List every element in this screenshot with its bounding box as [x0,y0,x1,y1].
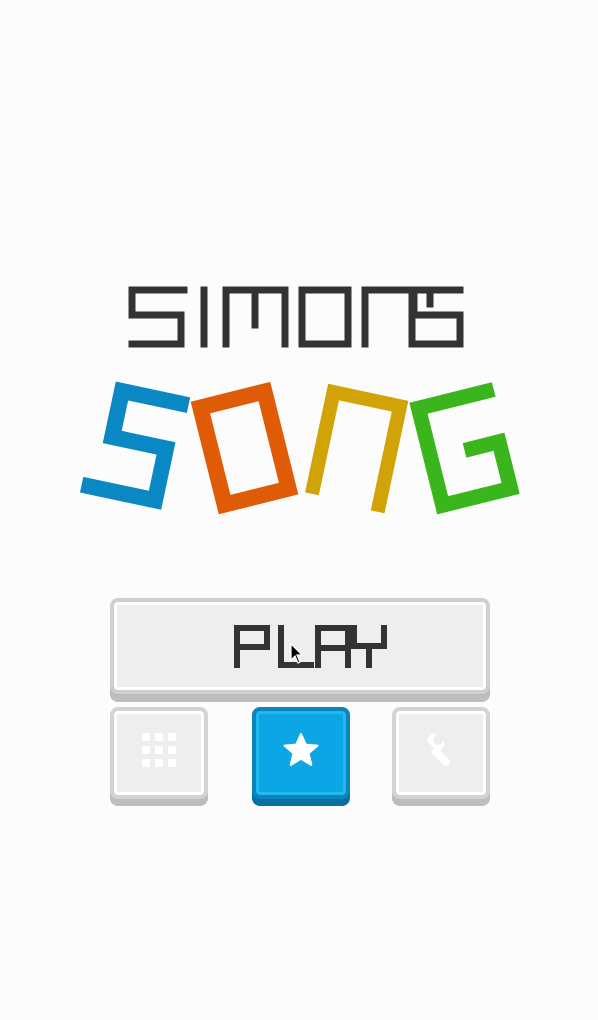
star-button[interactable] [252,707,350,799]
settings-button[interactable] [392,707,490,799]
song-letter-n [305,383,409,514]
game-title-line2: SONG [0,380,598,520]
main-menu-screen: SIMON'S [0,0,598,1020]
song-logo [79,381,520,515]
song-letter-s [79,381,191,510]
grid-icon [142,732,176,767]
song-letter-o [190,381,299,515]
song-letter-g [409,382,520,515]
game-title-line1: SIMON'S [0,280,598,354]
simons-letter-s2 [410,286,464,348]
mouse-cursor-icon [290,643,304,664]
wrench-icon [427,733,451,766]
levels-button[interactable] [110,707,208,799]
star-icon [283,732,319,766]
simons-logo [128,286,464,348]
